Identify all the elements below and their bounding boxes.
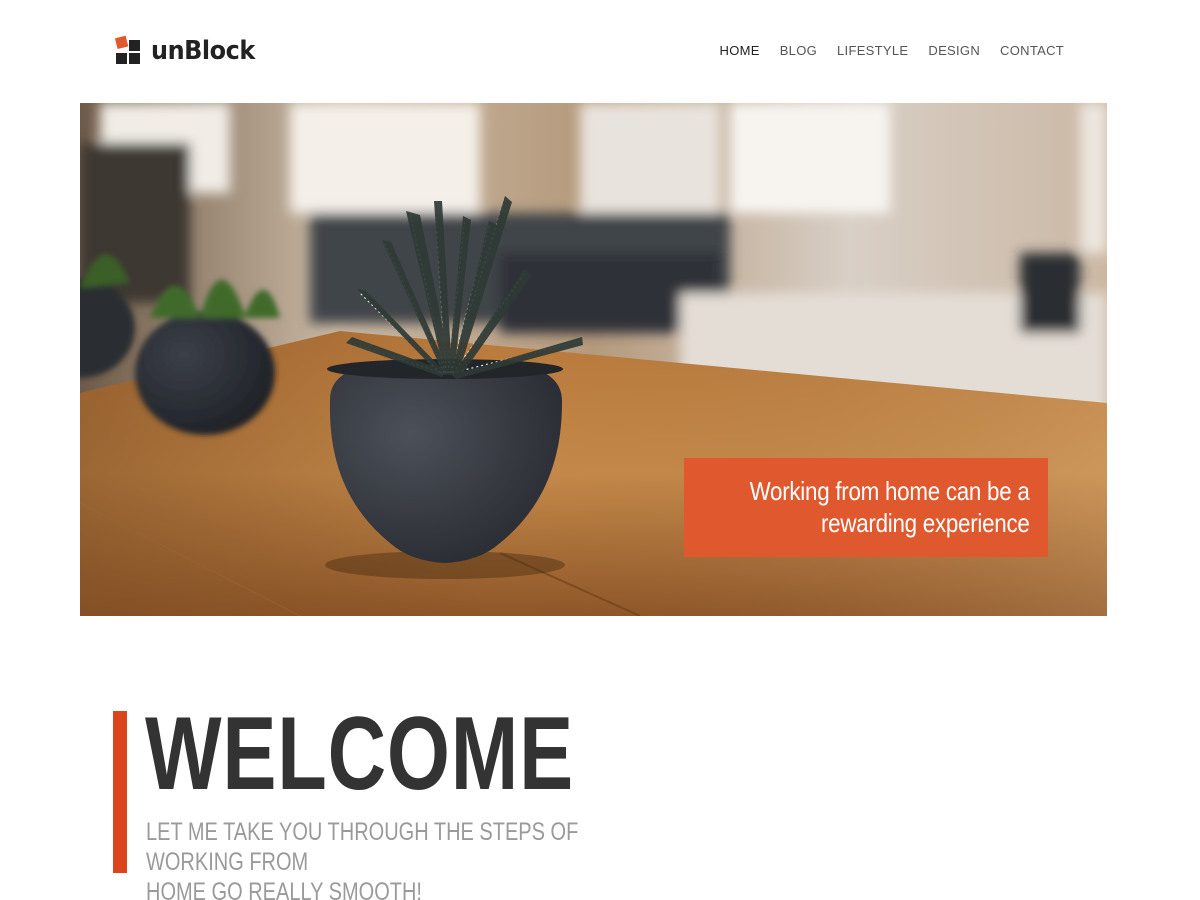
welcome-section: WELCOME LET ME TAKE YOU THROUGH THE STEP… (113, 699, 753, 900)
welcome-accent-bar (113, 711, 127, 873)
nav-item-home[interactable]: HOME (720, 41, 760, 61)
welcome-subtitle-line2: HOME GO REALLY SMOOTH! (146, 878, 422, 900)
hero-banner: Working from home can be a rewarding exp… (80, 103, 1107, 616)
welcome-subtitle-line1: LET ME TAKE YOU THROUGH THE STEPS OF WOR… (146, 818, 579, 876)
nav-item-blog[interactable]: BLOG (780, 41, 817, 61)
page: unBlock HOME BLOG LIFESTYLE DESIGN CONTA… (0, 0, 1200, 900)
hero-caption-line1: Working from home can be a (750, 476, 1030, 506)
blocks-logo-icon (114, 36, 140, 64)
welcome-subtitle: LET ME TAKE YOU THROUGH THE STEPS OF WOR… (146, 817, 658, 900)
nav-item-lifestyle[interactable]: LIFESTYLE (837, 41, 908, 61)
site-logo[interactable]: unBlock (113, 32, 264, 70)
site-logo-text: unBlock (151, 36, 255, 66)
hero-caption: Working from home can be a rewarding exp… (684, 458, 1048, 557)
main-nav: HOME BLOG LIFESTYLE DESIGN CONTACT (720, 41, 1065, 61)
hero-caption-line2: rewarding experience (821, 508, 1030, 538)
nav-item-contact[interactable]: CONTACT (1000, 41, 1064, 61)
nav-item-design[interactable]: DESIGN (928, 41, 980, 61)
welcome-title: WELCOME (145, 696, 575, 812)
